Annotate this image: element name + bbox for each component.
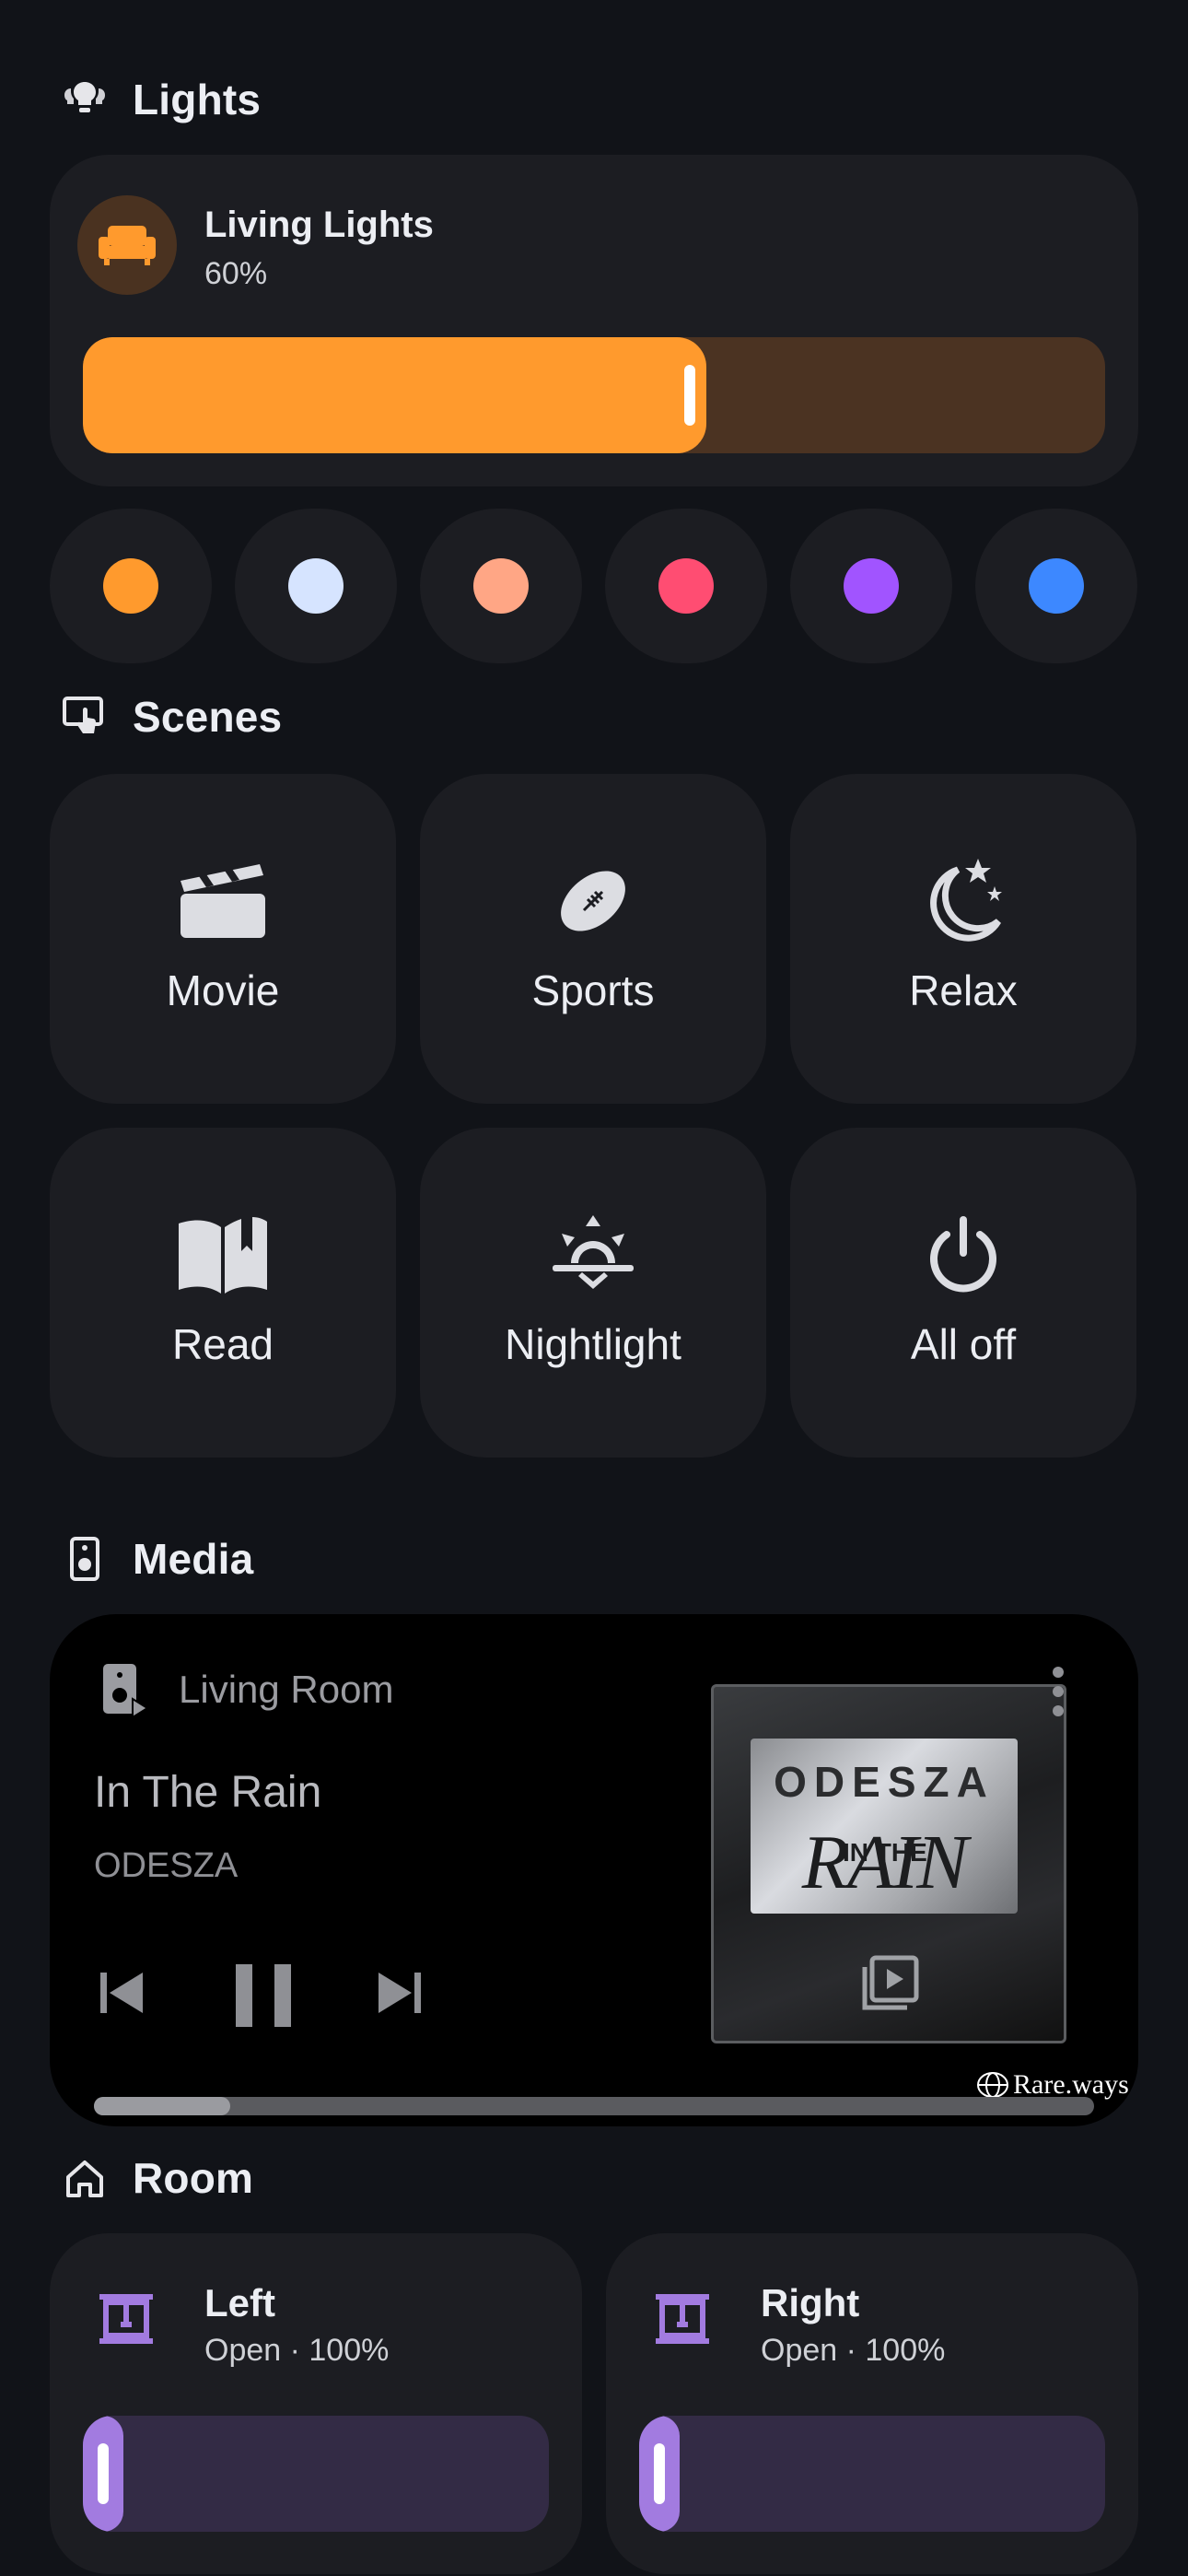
color-swatch-dot bbox=[103, 558, 158, 614]
color-swatch-dot bbox=[844, 558, 899, 614]
scenes-title: Scenes bbox=[133, 693, 283, 741]
skip-previous-icon bbox=[100, 1973, 143, 2013]
scene-label: All off bbox=[910, 1320, 1017, 1368]
cover-card-right[interactable]: Right Open · 100% bbox=[606, 2233, 1138, 2574]
brightness-slider[interactable] bbox=[83, 337, 1105, 453]
sofa-icon bbox=[77, 195, 177, 295]
brightness-slider-handle[interactable] bbox=[684, 365, 695, 426]
scene-label: Movie bbox=[166, 966, 280, 1014]
media-scrollbar-thumb[interactable] bbox=[94, 2097, 230, 2115]
cover-slider-handle[interactable] bbox=[654, 2443, 665, 2504]
media-player-card[interactable]: Living Room In The Rain ODESZA ODESZA RA… bbox=[50, 1614, 1138, 2126]
color-swatch-6[interactable] bbox=[975, 509, 1137, 663]
football-icon bbox=[556, 857, 630, 945]
cover-position-slider[interactable] bbox=[83, 2416, 549, 2532]
color-swatch-dot bbox=[1029, 558, 1084, 614]
color-swatch-3[interactable] bbox=[420, 509, 582, 663]
watermark: Rare.ways bbox=[976, 2069, 1129, 2101]
light-card-living[interactable]: Living Lights 60% bbox=[50, 155, 1138, 486]
scene-movie[interactable]: Movie bbox=[50, 774, 396, 1104]
color-swatch-dot bbox=[473, 558, 529, 614]
watermark-text: Rare.ways bbox=[1013, 2069, 1129, 2100]
scene-label: Sports bbox=[531, 966, 655, 1014]
brightness-slider-fill bbox=[83, 337, 706, 453]
speaker-icon bbox=[63, 1537, 107, 1581]
cover-position-slider[interactable] bbox=[639, 2416, 1105, 2532]
pause-button[interactable] bbox=[227, 1959, 300, 2032]
scenes-header: Scenes bbox=[63, 687, 282, 746]
color-swatch-4[interactable] bbox=[605, 509, 767, 663]
curtains-icon bbox=[99, 2294, 153, 2344]
color-swatch-dot bbox=[658, 558, 714, 614]
track-artist: ODESZA bbox=[94, 1846, 239, 1885]
cover-state: Open · 100% bbox=[204, 2333, 390, 2368]
color-swatch-1[interactable] bbox=[50, 509, 212, 663]
room-header: Room bbox=[63, 2149, 253, 2207]
book-open-icon bbox=[177, 1211, 269, 1299]
cover-name: Left bbox=[204, 2281, 275, 2324]
track-title: In The Rain bbox=[94, 1768, 322, 1817]
power-icon bbox=[926, 1211, 1000, 1299]
cover-name: Right bbox=[761, 2281, 860, 2324]
next-track-button[interactable] bbox=[372, 1959, 427, 2027]
skip-next-icon bbox=[379, 1973, 421, 2013]
media-source-label: Living Room bbox=[179, 1668, 394, 1711]
clapperboard-icon bbox=[179, 857, 267, 945]
scene-read[interactable]: Read bbox=[50, 1128, 396, 1458]
scene-relax[interactable]: Relax bbox=[790, 774, 1136, 1104]
lights-title: Lights bbox=[133, 76, 262, 123]
more-options-icon[interactable] bbox=[1052, 1666, 1065, 1717]
media-source[interactable]: Living Room bbox=[101, 1662, 393, 1717]
album-subtitle-text: IN THE bbox=[843, 1838, 927, 1867]
media-scrollbar[interactable] bbox=[94, 2097, 1094, 2115]
cover-slider-handle[interactable] bbox=[98, 2443, 109, 2504]
color-swatch-dot bbox=[288, 558, 344, 614]
previous-track-button[interactable] bbox=[94, 1959, 149, 2027]
touch-screen-icon bbox=[63, 695, 107, 739]
scene-sports[interactable]: Sports bbox=[420, 774, 766, 1104]
globe-icon bbox=[977, 2072, 1008, 2098]
album-art: ODESZA RAIN IN THE bbox=[711, 1684, 1066, 2043]
moon-stars-icon bbox=[921, 857, 1006, 945]
speaker-play-icon bbox=[103, 1664, 149, 1717]
color-swatch-2[interactable] bbox=[235, 509, 397, 663]
home-icon bbox=[63, 2156, 107, 2200]
cover-state: Open · 100% bbox=[761, 2333, 946, 2368]
lightbulb-group-icon bbox=[63, 77, 107, 122]
sunset-icon bbox=[551, 1211, 635, 1299]
album-art-label: ODESZA RAIN IN THE bbox=[751, 1739, 1018, 1914]
light-brightness-value: 60% bbox=[204, 256, 268, 291]
media-header: Media bbox=[63, 1529, 253, 1588]
media-title-header: Media bbox=[133, 1535, 254, 1583]
color-swatch-5[interactable] bbox=[790, 509, 952, 663]
play-box-icon bbox=[862, 1955, 919, 2010]
scene-label: Relax bbox=[909, 966, 1018, 1014]
scene-label: Nightlight bbox=[505, 1320, 681, 1368]
light-name: Living Lights bbox=[204, 205, 434, 245]
album-band-text: ODESZA bbox=[774, 1758, 995, 1806]
cover-card-left[interactable]: Left Open · 100% bbox=[50, 2233, 582, 2574]
lights-header: Lights bbox=[63, 70, 261, 129]
scene-nightlight[interactable]: Nightlight bbox=[420, 1128, 766, 1458]
scene-label: Read bbox=[172, 1320, 274, 1368]
curtains-icon bbox=[656, 2294, 709, 2344]
room-title: Room bbox=[133, 2154, 254, 2202]
scene-all-off[interactable]: All off bbox=[790, 1128, 1136, 1458]
pause-icon bbox=[236, 1964, 291, 2027]
